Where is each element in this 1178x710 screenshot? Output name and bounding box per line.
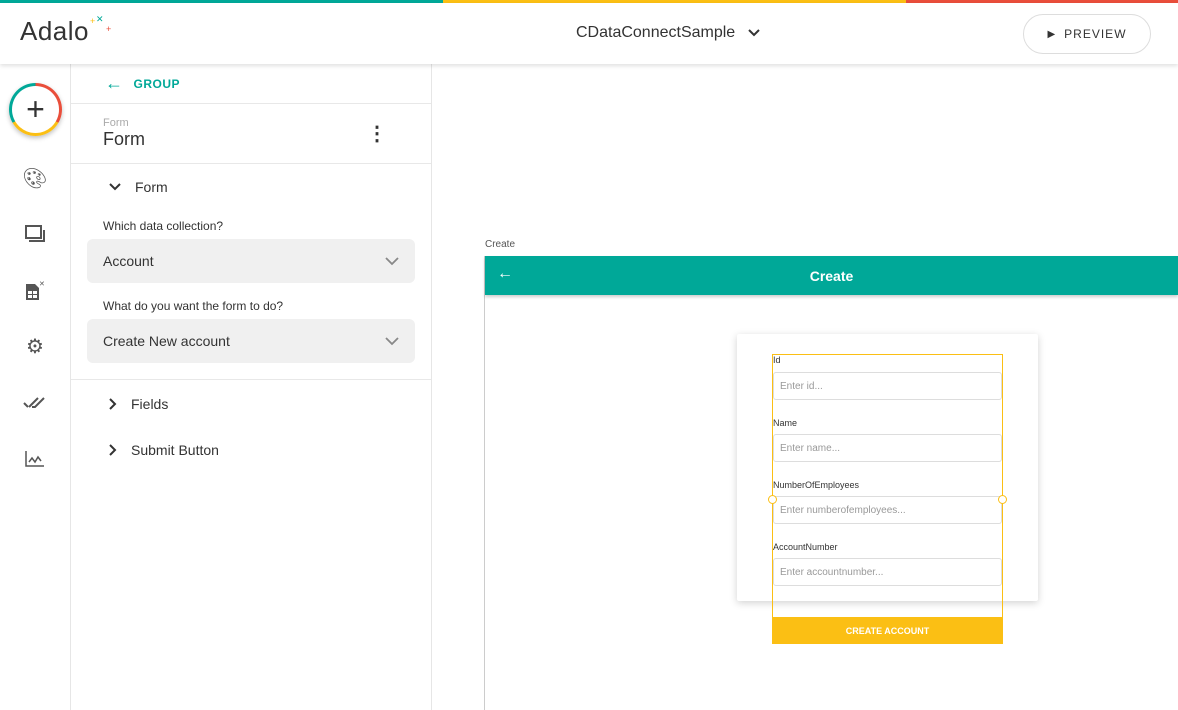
form-action-value: Create New account bbox=[103, 333, 230, 349]
adalo-logo[interactable]: Adalo ✕ + + bbox=[20, 14, 111, 47]
resize-handle-right[interactable] bbox=[998, 495, 1007, 504]
left-toolbar: + 🎨︎ ✕ ⚙ bbox=[0, 64, 71, 710]
field-label-employees: NumberOfEmployees bbox=[773, 480, 860, 490]
chevron-right-icon bbox=[109, 444, 117, 456]
chevron-down-icon bbox=[385, 336, 399, 345]
fields-section-toggle[interactable]: Fields bbox=[71, 396, 431, 412]
name-input[interactable]: Enter name... bbox=[773, 434, 1002, 462]
play-icon: ▶ bbox=[1047, 28, 1057, 40]
properties-panel: ← GROUP Form Form ⋮ Form Which data coll… bbox=[71, 64, 432, 710]
field-label-id: Id bbox=[773, 355, 781, 365]
form-action-label: What do you want the form to do? bbox=[103, 299, 284, 313]
component-name[interactable]: Form bbox=[103, 129, 399, 150]
publish-check-icon[interactable] bbox=[22, 391, 48, 415]
chevron-right-icon bbox=[109, 398, 117, 410]
app-switcher[interactable]: CDataConnectSample bbox=[576, 24, 761, 42]
submit-button-section-label: Submit Button bbox=[131, 442, 219, 458]
resize-handle-left[interactable] bbox=[768, 495, 777, 504]
preview-button[interactable]: ▶ PREVIEW bbox=[1023, 14, 1151, 54]
chevron-down-icon bbox=[385, 256, 399, 265]
screen-title: Create bbox=[809, 267, 854, 284]
id-input[interactable]: Enter id... bbox=[773, 372, 1002, 400]
plus-icon: + bbox=[12, 86, 59, 133]
account-number-input[interactable]: Enter accountnumber... bbox=[773, 558, 1002, 586]
collection-value: Account bbox=[103, 253, 154, 269]
add-component-button[interactable]: + bbox=[9, 83, 62, 136]
field-label-name: Name bbox=[773, 418, 798, 428]
settings-gear-icon[interactable]: ⚙ bbox=[22, 334, 48, 358]
back-arrow-icon[interactable]: ← bbox=[497, 265, 513, 283]
database-icon[interactable]: ✕ bbox=[22, 279, 48, 303]
palette-icon[interactable]: 🎨︎ bbox=[22, 166, 48, 190]
form-component-selected[interactable]: Id Enter id... Name Enter name... Number… bbox=[768, 354, 1007, 644]
component-type: Form bbox=[103, 117, 129, 129]
create-account-button[interactable]: CREATE ACCOUNT bbox=[772, 617, 1003, 644]
collection-label: Which data collection? bbox=[103, 219, 224, 233]
preview-label: PREVIEW bbox=[1064, 27, 1127, 41]
fields-section-label: Fields bbox=[131, 396, 169, 412]
submit-button-section-toggle[interactable]: Submit Button bbox=[71, 442, 431, 458]
field-label-account-number: AccountNumber bbox=[773, 542, 838, 552]
back-to-group-link[interactable]: ← GROUP bbox=[71, 64, 431, 104]
back-label: GROUP bbox=[133, 76, 181, 91]
chevron-down-icon bbox=[109, 183, 121, 191]
app-name: CDataConnectSample bbox=[576, 24, 736, 41]
form-section-label: Form bbox=[135, 179, 168, 195]
svg-text:✕: ✕ bbox=[39, 281, 45, 288]
analytics-icon[interactable] bbox=[22, 447, 48, 471]
app-bar: ← Create bbox=[485, 256, 1178, 295]
more-options-icon[interactable]: ⋮ bbox=[367, 124, 387, 144]
screen-name-label[interactable]: Create bbox=[485, 239, 515, 250]
screen-create[interactable]: ← Create Id Enter id... Name Enter name.… bbox=[484, 256, 1178, 710]
arrow-left-icon: ← bbox=[105, 73, 124, 93]
form-section-toggle[interactable]: Form bbox=[71, 179, 431, 195]
divider bbox=[71, 379, 431, 380]
chevron-down-icon bbox=[748, 29, 760, 37]
form-action-select[interactable]: Create New account bbox=[87, 319, 415, 363]
collection-select[interactable]: Account bbox=[87, 239, 415, 283]
component-header: Form Form ⋮ bbox=[71, 104, 431, 164]
top-header: Adalo ✕ + + CDataConnectSample ▶ PREVIEW bbox=[0, 3, 1178, 64]
screens-icon[interactable] bbox=[22, 222, 48, 246]
employees-input[interactable]: Enter numberofemployees... bbox=[773, 496, 1002, 524]
